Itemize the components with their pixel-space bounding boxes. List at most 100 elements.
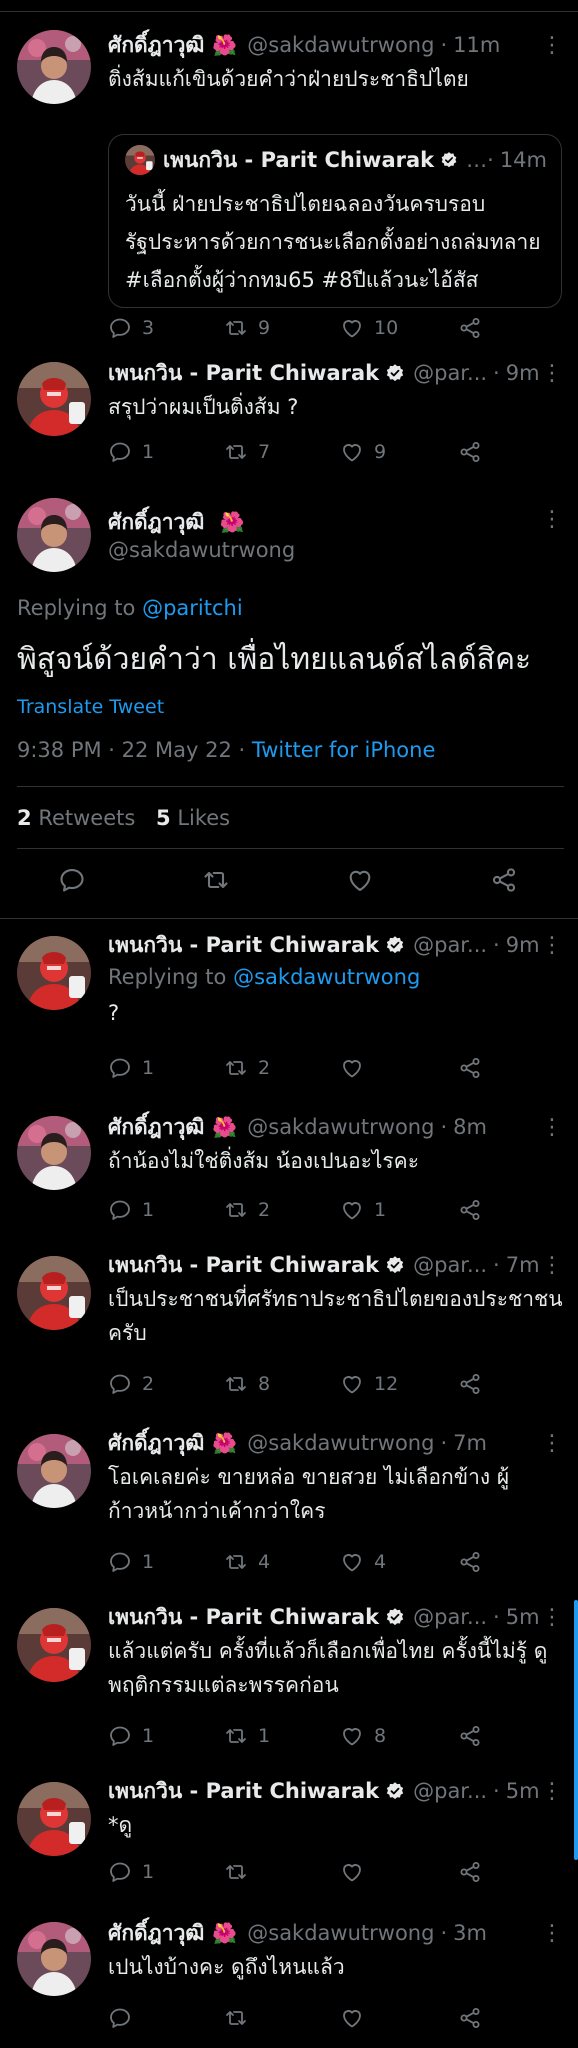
author-name[interactable]: เพนกวิน - Parit Chiwarak [108,357,379,390]
avatar[interactable] [17,1922,91,1996]
more-options-icon[interactable]: ⋮ [540,1428,564,1458]
reply-button[interactable]: 1 [108,1550,154,1574]
share-button[interactable] [458,1860,492,1884]
share-button[interactable] [458,1056,492,1080]
more-options-icon[interactable]: ⋮ [540,504,564,534]
tweet-time[interactable]: 5m [506,1605,540,1629]
more-options-icon[interactable]: ⋮ [540,358,564,388]
author-name[interactable]: ศักดิ์ฎาวุฒิ [108,1917,204,1950]
avatar[interactable] [17,498,91,572]
tweet-2[interactable]: เพนกวิน - Parit Chiwarak @par... · 9m ⋮ … [0,358,578,478]
more-options-icon[interactable]: ⋮ [540,1918,564,1948]
share-button[interactable] [458,1550,492,1574]
reply-tweet[interactable]: ศักดิ์ฎาวุฒิ 🌺 @sakdawutrwong · 8m ⋮ ถ้า… [0,1112,578,1236]
more-options-icon[interactable]: ⋮ [540,1112,564,1142]
like-button[interactable]: 12 [340,1372,398,1396]
source-link[interactable]: Twitter for iPhone [252,738,436,762]
reply-button[interactable]: 1 [108,1056,154,1080]
timestamp[interactable]: 9:38 PM · 22 May 22 · [17,738,252,762]
avatar[interactable] [17,362,91,436]
retweet-button[interactable] [224,2006,258,2030]
like-button[interactable] [346,866,376,896]
reply-button[interactable] [108,2006,142,2030]
author-name[interactable]: เพนกวิน - Parit Chiwarak [108,1775,379,1808]
reply-button[interactable]: 1 [108,1198,154,1222]
tweet-time[interactable]: 8m [453,1115,487,1139]
reply-tweet[interactable]: เพนกวิน - Parit Chiwarak @par... · 7m ⋮ … [0,1250,578,1410]
retweet-button[interactable]: 2 [224,1198,270,1222]
retweet-button[interactable]: 2 [224,1056,270,1080]
tweet-time[interactable]: 7m [453,1431,487,1455]
reply-tweet[interactable]: ศักดิ์ฎาวุฒิ 🌺 @sakdawutrwong · 7m ⋮ โอเ… [0,1428,578,1588]
avatar[interactable] [17,1116,91,1190]
share-button[interactable] [458,316,492,340]
more-options-icon[interactable]: ⋮ [540,930,564,960]
author-name[interactable]: ศักดิ์ฎาวุฒิ [108,29,204,62]
tweet-time[interactable]: 5m [506,1779,540,1803]
reply-button[interactable]: 1 [108,1724,154,1748]
reply-tweet[interactable]: เพนกวิน - Parit Chiwarak @par... · 9m ⋮ … [0,930,578,1092]
author-handle[interactable]: @sakdawutrwong [108,538,295,562]
share-button[interactable] [458,1198,492,1222]
retweet-button[interactable]: 1 [224,1724,270,1748]
retweet-button[interactable] [224,1860,258,1884]
like-button[interactable]: 4 [340,1550,386,1574]
retweet-button[interactable]: 4 [224,1550,270,1574]
reply-button[interactable]: 1 [108,440,154,464]
replying-to-link[interactable]: @paritchi [142,596,243,620]
retweet-button[interactable] [202,866,232,896]
tweet-text: เป็นประชาชนที่ศรัทธาประชาธิปไตยของประชาช… [108,1287,563,1345]
like-button[interactable]: 9 [340,440,386,464]
replying-to-link[interactable]: @sakdawutrwong [233,965,420,989]
translate-tweet-link[interactable]: Translate Tweet [17,696,164,718]
reply-button[interactable]: 2 [108,1372,154,1396]
like-button[interactable] [340,1056,374,1080]
like-button[interactable] [340,1860,374,1884]
avatar[interactable] [17,1434,91,1508]
share-button[interactable] [458,440,492,464]
reply-tweet[interactable]: เพนกวิน - Parit Chiwarak @par... · 5m ⋮ … [0,1776,578,1896]
retweet-button[interactable]: 8 [224,1372,270,1396]
avatar[interactable] [17,1608,91,1682]
like-button[interactable]: 10 [340,316,398,340]
retweet-button[interactable]: 7 [224,440,270,464]
quoted-tweet[interactable]: เพนกวิน - Parit Chiwarak … · 14m วันนี้ … [108,134,562,308]
reply-button[interactable]: 1 [108,1860,154,1884]
share-button[interactable] [458,1724,492,1748]
more-options-icon[interactable]: ⋮ [540,1250,564,1280]
author-name[interactable]: ศักดิ์ฎาวุฒิ [108,1111,204,1144]
tweet-time[interactable]: 9m [506,361,540,385]
author-name[interactable]: ศักดิ์ฎาวุฒิ 🌺 [108,506,245,539]
share-button[interactable] [458,1372,492,1396]
more-options-icon[interactable]: ⋮ [540,1602,564,1632]
more-options-icon[interactable]: ⋮ [540,30,564,60]
reply-tweet[interactable]: ศักดิ์ฎาวุฒิ 🌺 @sakdawutrwong · 3m ⋮ เปน… [0,1918,578,2042]
author-name[interactable]: เพนกวิน - Parit Chiwarak [108,1249,379,1282]
avatar[interactable] [17,1782,91,1856]
avatar[interactable] [17,1256,91,1330]
share-button[interactable] [458,2006,492,2030]
retweet-button[interactable]: 9 [224,316,270,340]
author-name[interactable]: เพนกวิน - Parit Chiwarak [108,929,379,962]
reply-tweet[interactable]: เพนกวิน - Parit Chiwarak @par... · 5m ⋮ … [0,1602,578,1762]
like-button[interactable] [340,2006,374,2030]
share-button[interactable] [490,866,520,896]
like-button[interactable]: 1 [340,1198,386,1222]
reply-button[interactable]: 3 [108,316,154,340]
reply-button[interactable] [58,866,88,896]
tweet-time[interactable]: 9m [506,933,540,957]
tweet-1[interactable]: ศักดิ์ฎาวุฒิ 🌺 @sakdawutrwong · 11m ⋮ ติ… [0,22,578,358]
author-name[interactable]: เพนกวิน - Parit Chiwarak [108,1601,379,1634]
tweet-time[interactable]: 3m [453,1921,487,1945]
like-button[interactable]: 8 [340,1724,386,1748]
tweet-time[interactable]: 7m [506,1253,540,1277]
retweets-stat[interactable]: 2 Retweets [17,806,135,830]
avatar[interactable] [17,936,91,1010]
author-name[interactable]: ศักดิ์ฎาวุฒิ [108,1427,204,1460]
likes-stat[interactable]: 5 Likes [156,806,230,830]
more-options-icon[interactable]: ⋮ [540,1776,564,1806]
tweet-time[interactable]: 11m [453,33,500,57]
avatar[interactable] [17,30,91,104]
scrollbar[interactable] [574,1600,578,1860]
tweet-text: สรุปว่าผมเป็นติ่งส้ม ? [108,395,299,419]
